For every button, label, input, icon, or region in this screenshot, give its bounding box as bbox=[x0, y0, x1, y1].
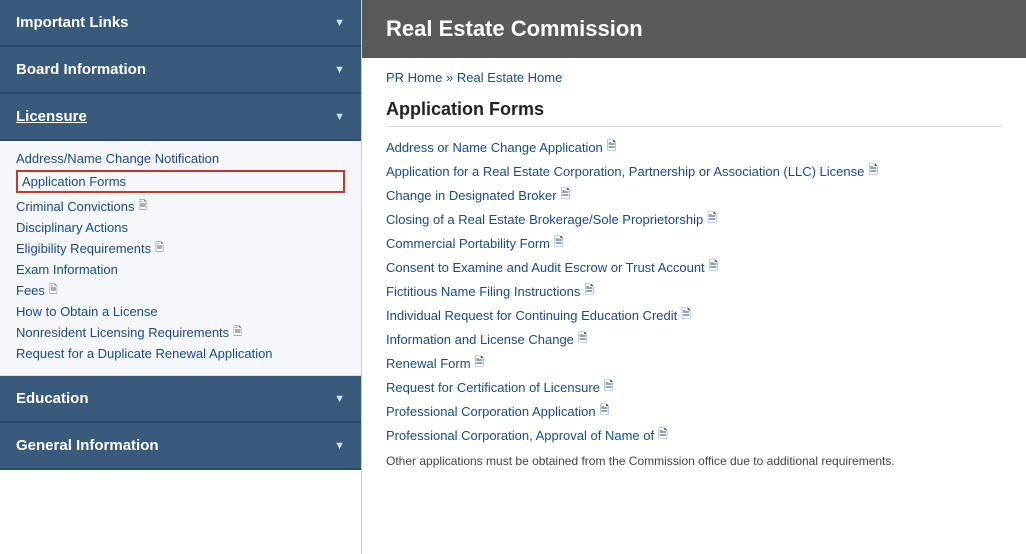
sidebar-link-criminal-convictions[interactable]: Criminal Convictions🗎 bbox=[16, 197, 345, 216]
document-icon: 🗎 bbox=[607, 137, 617, 158]
breadcrumb-home[interactable]: PR Home bbox=[386, 70, 442, 85]
sidebar-links-licensure: Address/Name Change Notification Applicat… bbox=[0, 141, 361, 376]
section-title: Application Forms bbox=[386, 99, 1002, 127]
form-link-form-consent-examine[interactable]: Consent to Examine and Audit Escrow or T… bbox=[386, 257, 1002, 278]
sidebar-link-application-forms[interactable]: Application Forms bbox=[16, 170, 345, 193]
page-title: Real Estate Commission bbox=[362, 0, 1026, 58]
form-link-form-real-estate-corp[interactable]: Application for a Real Estate Corporatio… bbox=[386, 161, 1002, 182]
form-link-form-professional-corp-approval[interactable]: Professional Corporation, Approval of Na… bbox=[386, 425, 1002, 446]
form-link-form-designated-broker[interactable]: Change in Designated Broker 🗎 bbox=[386, 185, 1002, 206]
document-icon: 🗎 bbox=[49, 281, 58, 300]
document-icon: 🗎 bbox=[681, 305, 691, 326]
chevron-down-icon: ▼ bbox=[334, 64, 345, 76]
sidebar: Important Links▼Board Information▼Licens… bbox=[0, 0, 362, 554]
sidebar-link-duplicate-renewal[interactable]: Request for a Duplicate Renewal Applicat… bbox=[16, 346, 345, 361]
sidebar-link-exam-information[interactable]: Exam Information bbox=[16, 262, 345, 277]
document-icon: 🗎 bbox=[868, 161, 878, 182]
sidebar-section-licensure[interactable]: Licensure▼ bbox=[0, 94, 361, 141]
sidebar-section-education[interactable]: Education▼ bbox=[0, 376, 361, 423]
document-icon: 🗎 bbox=[604, 377, 614, 398]
document-icon: 🗎 bbox=[600, 401, 610, 422]
document-icon: 🗎 bbox=[584, 281, 594, 302]
sidebar-link-address-name-change[interactable]: Address/Name Change Notification bbox=[16, 151, 345, 166]
document-icon: 🗎 bbox=[578, 329, 588, 350]
document-icon: 🗎 bbox=[233, 323, 242, 342]
form-link-form-individual-request[interactable]: Individual Request for Continuing Educat… bbox=[386, 305, 1002, 326]
document-icon: 🗎 bbox=[475, 353, 485, 374]
form-links-list: Address or Name Change Application 🗎 Appl… bbox=[386, 137, 1002, 446]
chevron-down-icon: ▼ bbox=[334, 111, 345, 123]
form-link-form-fictitious-name[interactable]: Fictitious Name Filing Instructions 🗎 bbox=[386, 281, 1002, 302]
form-link-form-information-license[interactable]: Information and License Change 🗎 bbox=[386, 329, 1002, 350]
document-icon: 🗎 bbox=[138, 197, 147, 216]
sidebar-link-fees[interactable]: Fees🗎 bbox=[16, 281, 345, 300]
breadcrumb-current[interactable]: Real Estate Home bbox=[457, 70, 563, 85]
sidebar-section-board-information[interactable]: Board Information▼ bbox=[0, 47, 361, 94]
document-icon: 🗎 bbox=[561, 185, 571, 206]
sidebar-link-nonresident-licensing[interactable]: Nonresident Licensing Requirements🗎 bbox=[16, 323, 345, 342]
breadcrumb: PR Home » Real Estate Home bbox=[386, 70, 1002, 85]
form-link-form-renewal[interactable]: Renewal Form 🗎 bbox=[386, 353, 1002, 374]
form-link-form-professional-corp[interactable]: Professional Corporation Application 🗎 bbox=[386, 401, 1002, 422]
sidebar-link-disciplinary-actions[interactable]: Disciplinary Actions bbox=[16, 220, 345, 235]
note-text: Other applications must be obtained from… bbox=[386, 454, 1002, 468]
document-icon: 🗎 bbox=[658, 425, 668, 446]
sidebar-section-general-information[interactable]: General Information▼ bbox=[0, 423, 361, 470]
sidebar-section-important-links[interactable]: Important Links▼ bbox=[0, 0, 361, 47]
document-icon: 🗎 bbox=[707, 209, 717, 230]
breadcrumb-sep: » bbox=[446, 70, 453, 85]
document-icon: 🗎 bbox=[709, 257, 719, 278]
sidebar-link-eligibility-requirements[interactable]: Eligibility Requirements🗎 bbox=[16, 239, 345, 258]
document-icon: 🗎 bbox=[554, 233, 564, 254]
chevron-down-icon: ▼ bbox=[334, 393, 345, 405]
chevron-down-icon: ▼ bbox=[334, 17, 345, 29]
form-link-form-certification[interactable]: Request for Certification of Licensure 🗎 bbox=[386, 377, 1002, 398]
form-link-form-commercial-portability[interactable]: Commercial Portability Form 🗎 bbox=[386, 233, 1002, 254]
main-content: Real Estate Commission PR Home » Real Es… bbox=[362, 0, 1026, 554]
document-icon: 🗎 bbox=[155, 239, 164, 258]
sidebar-link-how-to-obtain[interactable]: How to Obtain a License bbox=[16, 304, 345, 319]
form-link-form-closing[interactable]: Closing of a Real Estate Brokerage/Sole … bbox=[386, 209, 1002, 230]
chevron-down-icon: ▼ bbox=[334, 440, 345, 452]
form-link-form-address-name[interactable]: Address or Name Change Application 🗎 bbox=[386, 137, 1002, 158]
